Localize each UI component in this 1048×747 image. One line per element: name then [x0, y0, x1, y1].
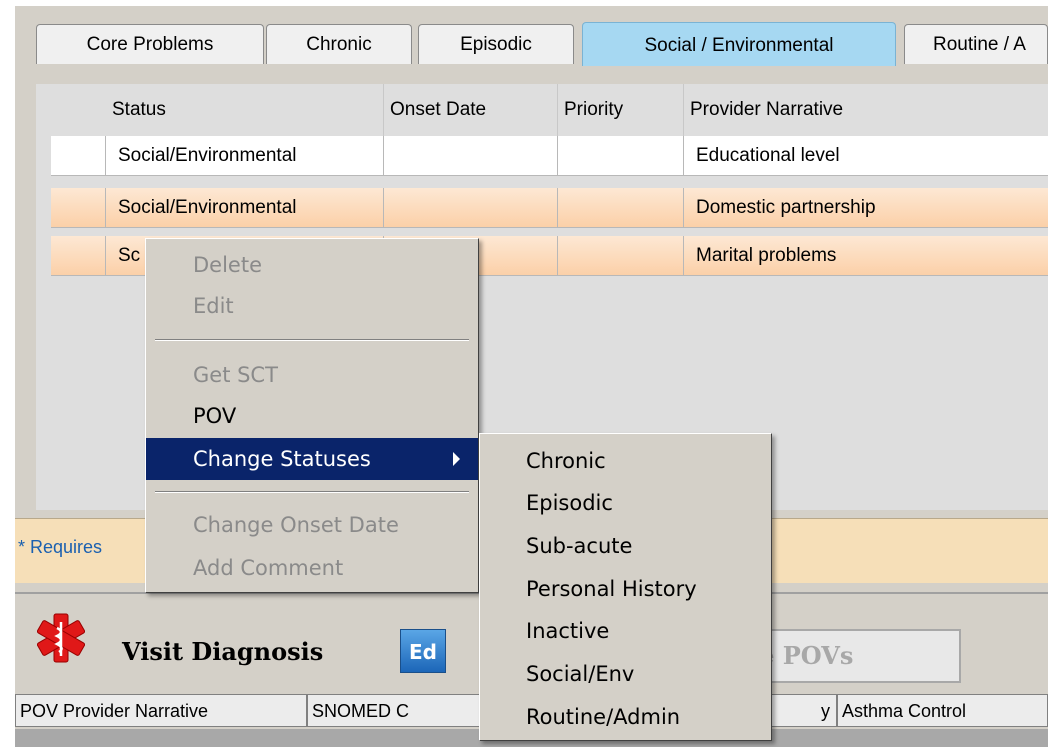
cell-narrative: Domestic partnership [696, 197, 876, 218]
cell-priority [558, 136, 684, 175]
menu-item-change-statuses[interactable]: Change Statuses [146, 438, 478, 480]
table-row[interactable]: Social/Environmental Educational level [51, 136, 1048, 176]
tab-chronic[interactable]: Chronic [266, 24, 412, 64]
menu-item-delete[interactable]: Delete [146, 244, 478, 286]
submenu-item-social-env[interactable]: Social/Env [480, 653, 771, 695]
requires-note: * Requires [18, 537, 103, 557]
change-statuses-submenu: Chronic Episodic Sub-acute Personal Hist… [479, 433, 772, 741]
submenu-item-sub-acute[interactable]: Sub-acute [480, 525, 771, 567]
menu-separator [155, 491, 469, 493]
menu-item-edit[interactable]: Edit [146, 285, 478, 327]
submenu-item-routine-admin[interactable]: Routine/Admin [480, 696, 771, 738]
visit-diagnosis-title: Visit Diagnosis [122, 637, 324, 666]
col-header-pov-narrative[interactable]: POV Provider Narrative [15, 694, 307, 727]
star-of-life-icon [37, 613, 85, 663]
submenu-item-episodic[interactable]: Episodic [480, 482, 771, 524]
col-header-asthma-control[interactable]: Asthma Control [837, 694, 1048, 727]
menu-item-pov[interactable]: POV [146, 395, 478, 437]
submenu-item-inactive[interactable]: Inactive [480, 610, 771, 652]
menu-item-change-statuses-label: Change Statuses [193, 447, 371, 471]
cell-priority [558, 188, 684, 227]
menu-item-change-onset-date[interactable]: Change Onset Date [146, 504, 478, 546]
row-indicator [51, 188, 106, 227]
col-header-onset-date[interactable]: Onset Date [384, 84, 558, 136]
education-button[interactable]: Ed [400, 629, 446, 673]
cell-narrative: Educational level [696, 145, 840, 166]
cell-narrative: Marital problems [696, 245, 837, 266]
submenu-item-personal-history[interactable]: Personal History [480, 568, 771, 610]
menu-item-get-sct[interactable]: Get SCT [146, 354, 478, 396]
cell-priority [558, 236, 684, 275]
tab-routine-admin[interactable]: Routine / A [904, 24, 1048, 64]
tab-social-environmental[interactable]: Social / Environmental [582, 22, 896, 66]
row-indicator [51, 236, 106, 275]
submenu-arrow-icon [453, 452, 460, 466]
cell-status: Social/Environmental [106, 136, 384, 175]
col-header-status[interactable]: Status [106, 84, 384, 136]
submenu-item-chronic[interactable]: Chronic [480, 440, 771, 482]
menu-item-add-comment[interactable]: Add Comment [146, 547, 478, 589]
cell-status: Social/Environmental [106, 188, 384, 227]
col-header-snomed[interactable]: SNOMED C [307, 694, 487, 727]
cell-onset [384, 188, 558, 227]
col-header-provider-narrative[interactable]: Provider Narrative [684, 84, 1048, 136]
table-row[interactable]: Social/Environmental Domestic partnershi… [51, 188, 1048, 228]
row-indicator [51, 136, 106, 175]
col-header-priority[interactable]: Priority [558, 84, 684, 136]
menu-separator [155, 339, 469, 341]
tab-episodic[interactable]: Episodic [418, 24, 574, 64]
cell-onset [384, 136, 558, 175]
tab-core-problems[interactable]: Core Problems [36, 24, 264, 64]
context-menu: Delete Edit Get SCT POV Change Statuses … [145, 238, 479, 593]
